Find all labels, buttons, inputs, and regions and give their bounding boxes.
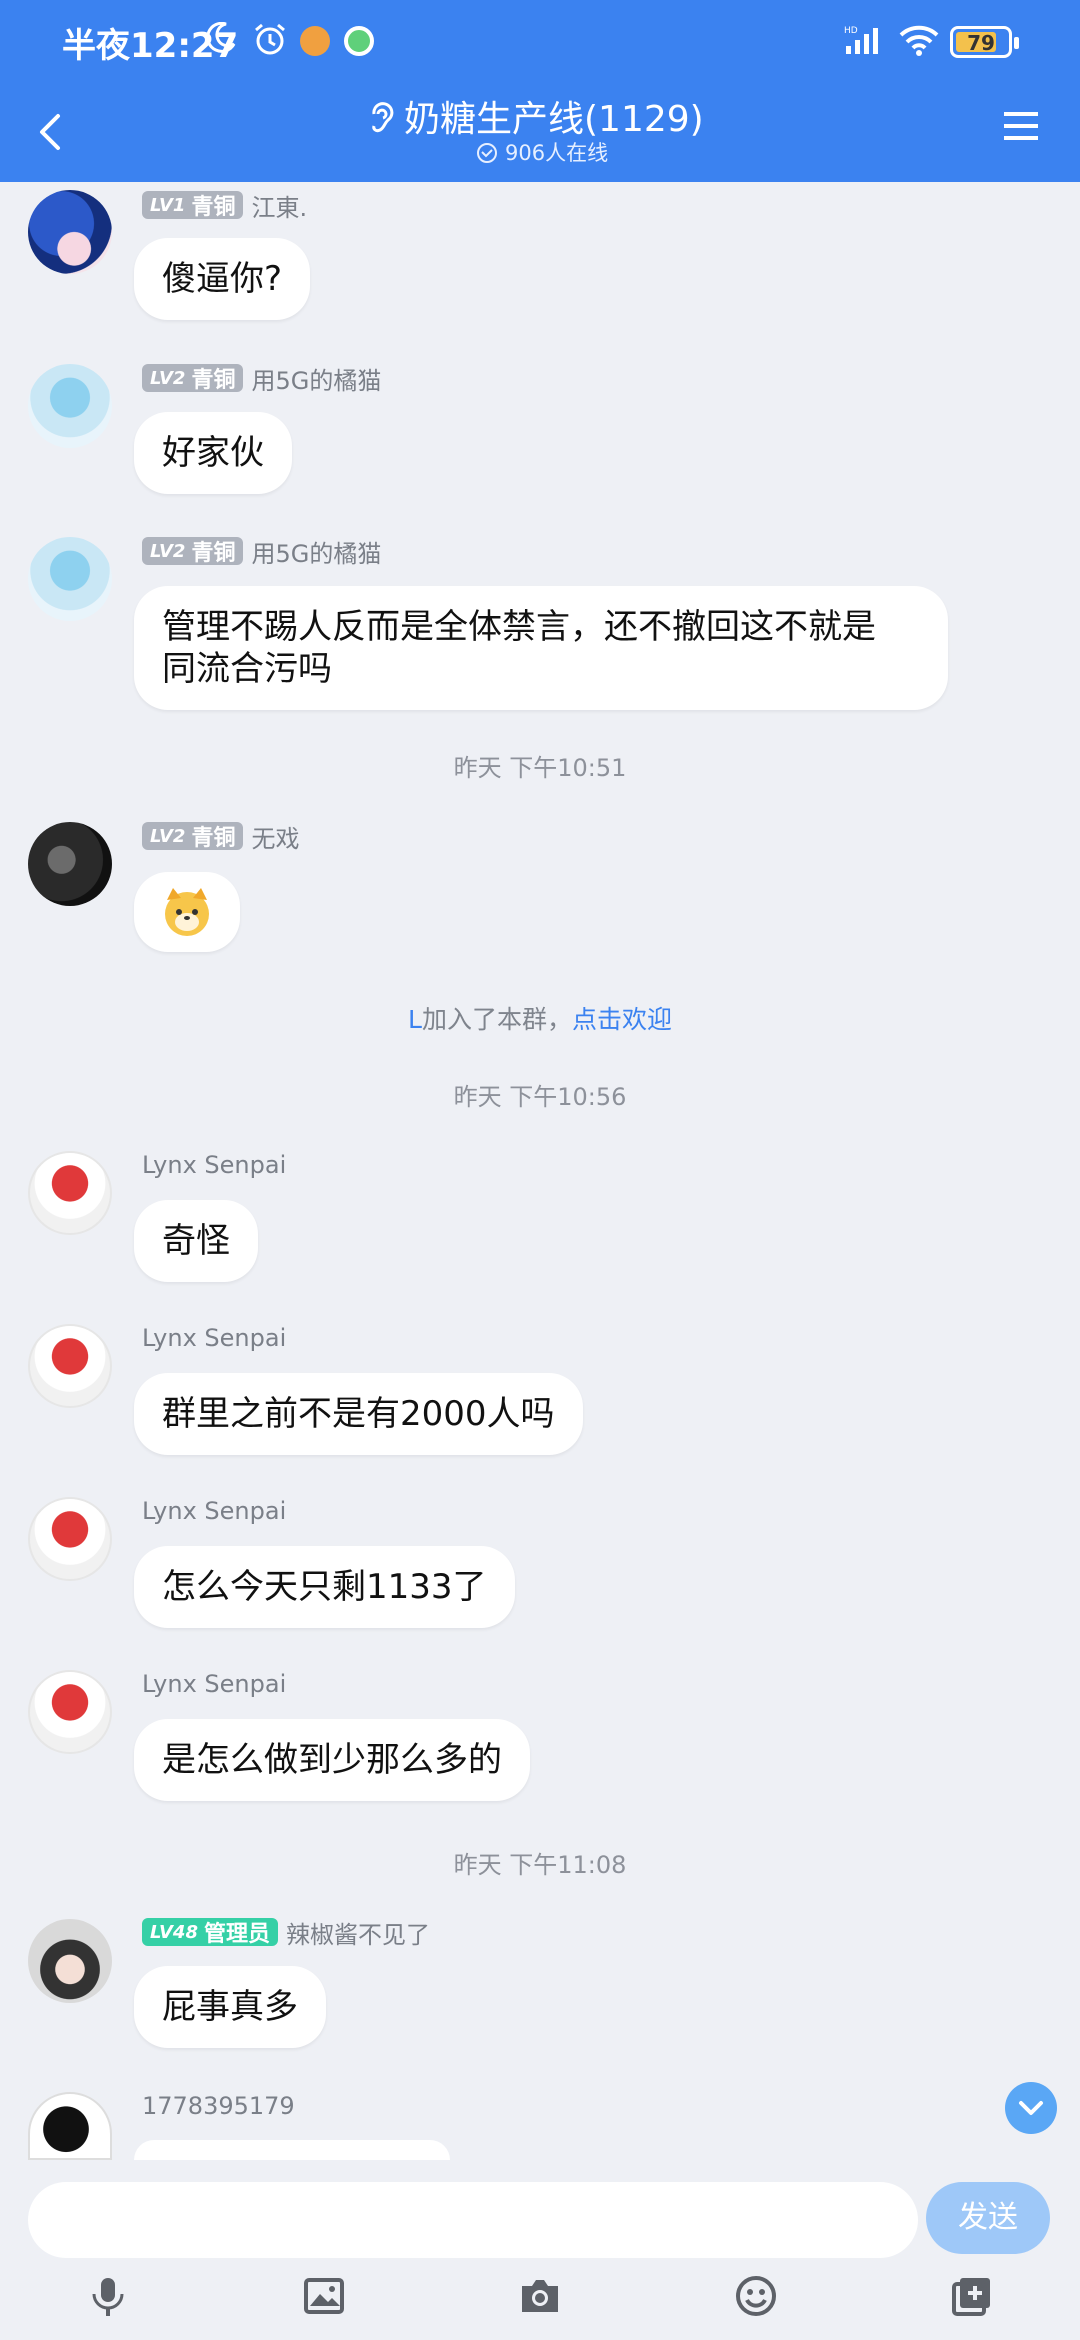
sender-name[interactable]: Lynx Senpai xyxy=(142,1670,286,1698)
level-badge: LV2 青铜 xyxy=(142,822,244,851)
sender-meta: LV2 青铜 用5G的橘猫 xyxy=(142,361,381,396)
message-bubble[interactable]: 傻逼你? xyxy=(134,238,311,320)
avatar[interactable] xyxy=(28,822,112,906)
composer: 发送 xyxy=(0,2160,1080,2340)
moon-icon xyxy=(206,22,236,53)
avatar[interactable] xyxy=(28,1497,112,1581)
join-notice: L加入了本群，点击欢迎 xyxy=(408,1005,672,1034)
signal-icon: HD xyxy=(844,26,878,54)
sender-name[interactable]: Lynx Senpai xyxy=(142,1497,286,1525)
avatar[interactable] xyxy=(28,1324,112,1408)
avatar[interactable] xyxy=(28,364,112,448)
scroll-down-button[interactable] xyxy=(1005,2082,1057,2134)
message-bubble[interactable]: 奇怪 xyxy=(134,1200,258,1282)
notification-app-icon xyxy=(300,26,330,56)
message-input[interactable] xyxy=(28,2182,918,2258)
sender-meta: LV2 青铜 无戏 xyxy=(142,819,299,854)
welcome-link[interactable]: 点击欢迎 xyxy=(572,1005,672,1034)
alarm-icon xyxy=(255,23,285,55)
sender-meta: Lynx Senpai xyxy=(142,1669,286,1699)
joined-user[interactable]: L xyxy=(408,1005,422,1034)
message-bubble[interactable]: 屁事真多 xyxy=(134,1966,326,2048)
sender-name[interactable]: 用5G的橘猫 xyxy=(251,534,381,569)
timestamp: 昨天 下午11:08 xyxy=(453,1851,627,1879)
ear-icon[interactable] xyxy=(366,100,394,136)
avatar[interactable] xyxy=(28,1919,112,2003)
avatar[interactable] xyxy=(28,2092,112,2160)
sender-name[interactable]: Lynx Senpai xyxy=(142,1324,286,1352)
sender-meta: Lynx Senpai xyxy=(142,1496,286,1526)
sender-meta: LV2 青铜 用5G的橘猫 xyxy=(142,534,381,569)
send-button[interactable]: 发送 xyxy=(926,2182,1050,2254)
sender-name[interactable]: 1778395179 xyxy=(142,2092,295,2120)
message-bubble[interactable]: 怎么今天只剩1133了 xyxy=(134,1546,515,1628)
sender-name[interactable]: 辣椒酱不见了 xyxy=(286,1915,430,1950)
sender-meta: Lynx Senpai xyxy=(142,1150,286,1180)
message-bubble[interactable]: 群里之前不是有2000人吗 xyxy=(134,1373,583,1455)
sender-meta: Lynx Senpai xyxy=(142,1323,286,1353)
avatar[interactable] xyxy=(28,1151,112,1235)
sender-meta: LV1 青铜 江東. xyxy=(142,188,307,223)
timestamp: 昨天 下午10:56 xyxy=(453,1083,627,1111)
group-title[interactable]: 奶糖生产线(1129) xyxy=(404,90,704,142)
sender-meta: LV48 管理员 辣椒酱不见了 xyxy=(142,1915,430,1950)
status-bar: 半夜12:27 HD 79 xyxy=(0,0,1080,84)
online-check-icon xyxy=(477,143,497,163)
avatar[interactable] xyxy=(28,1670,112,1754)
back-icon[interactable] xyxy=(28,108,76,156)
emoji-icon[interactable] xyxy=(732,2272,780,2320)
message-bubble[interactable]: 是怎么做到少那么多的 xyxy=(134,1719,530,1801)
chevron-down-icon xyxy=(1019,2101,1043,2115)
avatar[interactable] xyxy=(28,190,112,274)
sender-meta: 1778395179 xyxy=(142,2091,295,2121)
timestamp: 昨天 下午10:51 xyxy=(453,754,627,782)
menu-icon[interactable] xyxy=(1002,106,1040,146)
camera-icon[interactable] xyxy=(516,2272,564,2320)
top-bar: 半夜12:27 HD 79 奶糖生产线(1129) 906人在线 xyxy=(0,0,1080,182)
mic-icon[interactable] xyxy=(84,2272,132,2320)
level-badge: LV2 青铜 xyxy=(142,537,244,566)
avatar[interactable] xyxy=(28,537,112,621)
more-icon[interactable] xyxy=(948,2272,996,2320)
image-message-preview[interactable] xyxy=(134,2140,450,2160)
wifi-icon xyxy=(899,25,939,56)
sender-name[interactable]: Lynx Senpai xyxy=(142,1151,286,1179)
sticker-bubble[interactable] xyxy=(134,872,240,952)
message-bubble[interactable]: 好家伙 xyxy=(134,412,292,494)
sender-name[interactable]: 无戏 xyxy=(251,819,299,854)
dog-emoji-icon xyxy=(165,888,209,936)
sender-name[interactable]: 江東. xyxy=(251,188,307,223)
sender-name[interactable]: 用5G的橘猫 xyxy=(251,361,381,396)
svg-text:HD: HD xyxy=(844,26,858,36)
level-badge: LV2 青铜 xyxy=(142,364,244,393)
online-count: 906人在线 xyxy=(505,141,609,165)
battery-level: 79 xyxy=(967,31,995,55)
level-badge: LV1 青铜 xyxy=(142,191,244,220)
message-bubble[interactable]: 管理不踢人反而是全体禁言，还不撤回这不就是 同流合污吗 xyxy=(134,586,948,710)
notification-app-icon xyxy=(344,26,374,56)
admin-badge: LV48 管理员 xyxy=(142,1918,278,1947)
chat-header: 奶糖生产线(1129) 906人在线 xyxy=(0,84,1080,182)
battery-icon: 79 xyxy=(950,26,1019,58)
image-icon[interactable] xyxy=(300,2272,348,2320)
